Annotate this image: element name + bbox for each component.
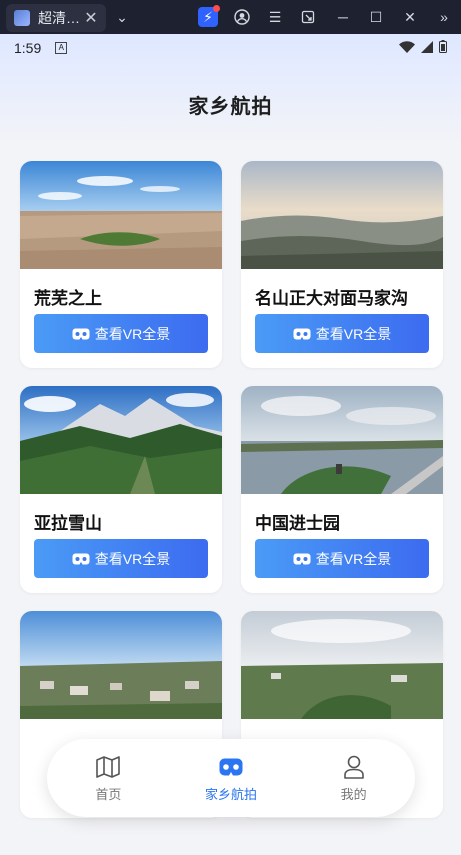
scenic-card[interactable]: 名山正大对面马家沟 查看VR全景 xyxy=(241,161,443,368)
phone-screen: 1:59 A 家乡航拍 荒芜之上 查看VR全景 名山正大对面马家沟 查看VR全景… xyxy=(0,34,461,855)
bottom-nav: 首页 家乡航拍 我的 xyxy=(47,739,415,817)
expand-icon[interactable]: » xyxy=(434,7,454,27)
scenic-photo-haze xyxy=(241,161,443,269)
status-bar: 1:59 A xyxy=(0,34,461,62)
user-icon xyxy=(343,754,365,780)
battery-icon xyxy=(439,40,447,56)
map-icon xyxy=(96,754,121,780)
nav-aerial-label: 家乡航拍 xyxy=(205,786,258,802)
tab-title: 超清… xyxy=(38,10,80,26)
page-title: 家乡航拍 xyxy=(188,95,273,118)
browser-top-bar: 超清… ✕ ⌄ ⚡ ☰ ─ ☐ ✕ » xyxy=(0,0,461,34)
boost-extension-icon[interactable]: ⚡ xyxy=(198,5,220,27)
close-window-icon[interactable]: ✕ xyxy=(400,7,420,27)
browser-tab[interactable]: 超清… ✕ xyxy=(6,4,106,32)
nav-profile-label: 我的 xyxy=(340,786,367,802)
app-notification-icon: A xyxy=(55,42,68,54)
scenic-name: 荒芜之上 xyxy=(34,289,102,308)
scenic-name: 中国进士园 xyxy=(255,514,340,533)
notification-dot xyxy=(213,5,220,12)
wifi-icon xyxy=(399,40,415,56)
status-time: 1:59 xyxy=(14,40,42,56)
tab-close-icon[interactable]: ✕ xyxy=(82,8,100,28)
scenic-name: 名山正大对面马家沟 xyxy=(255,289,408,308)
vr-headset-icon xyxy=(219,754,243,780)
nav-aerial[interactable]: 家乡航拍 xyxy=(170,739,293,817)
view-vr-button[interactable]: 查看VR全景 xyxy=(255,314,429,353)
screenshot-icon[interactable] xyxy=(298,7,318,27)
scenic-card[interactable]: 亚拉雪山 查看VR全景 xyxy=(20,386,222,593)
scenic-photo-hills xyxy=(241,611,443,719)
nav-profile[interactable]: 我的 xyxy=(292,739,415,817)
scenic-card[interactable]: 中国进士园 查看VR全景 xyxy=(241,386,443,593)
vr-headset-icon xyxy=(72,553,90,565)
view-vr-label: 查看VR全景 xyxy=(94,550,171,567)
scenic-photo-mountain xyxy=(20,386,222,494)
tab-favicon-icon xyxy=(14,10,30,26)
view-vr-button[interactable]: 查看VR全景 xyxy=(255,539,429,578)
view-vr-label: 查看VR全景 xyxy=(94,325,171,342)
nav-home[interactable]: 首页 xyxy=(47,739,170,817)
tab-dropdown-icon[interactable]: ⌄ xyxy=(112,7,132,27)
view-vr-button[interactable]: 查看VR全景 xyxy=(34,314,208,353)
view-vr-button[interactable]: 查看VR全景 xyxy=(34,539,208,578)
scenic-name: 亚拉雪山 xyxy=(34,514,102,533)
view-vr-label: 查看VR全景 xyxy=(315,325,392,342)
vr-headset-icon xyxy=(72,328,90,340)
vr-headset-icon xyxy=(293,328,311,340)
signal-icon xyxy=(421,40,433,56)
menu-icon[interactable]: ☰ xyxy=(265,7,285,27)
vr-headset-icon xyxy=(293,553,311,565)
nav-home-label: 首页 xyxy=(95,786,122,802)
scenic-photo-town xyxy=(20,611,222,719)
maximize-icon[interactable]: ☐ xyxy=(366,7,386,27)
scenic-card[interactable]: 荒芜之上 查看VR全景 xyxy=(20,161,222,368)
page-header: 家乡航拍 xyxy=(0,62,461,146)
minimize-icon[interactable]: ─ xyxy=(333,7,353,27)
view-vr-label: 查看VR全景 xyxy=(315,550,392,567)
scenic-photo-river xyxy=(241,386,443,494)
scenic-photo-desert xyxy=(20,161,222,269)
account-icon[interactable] xyxy=(232,7,252,27)
